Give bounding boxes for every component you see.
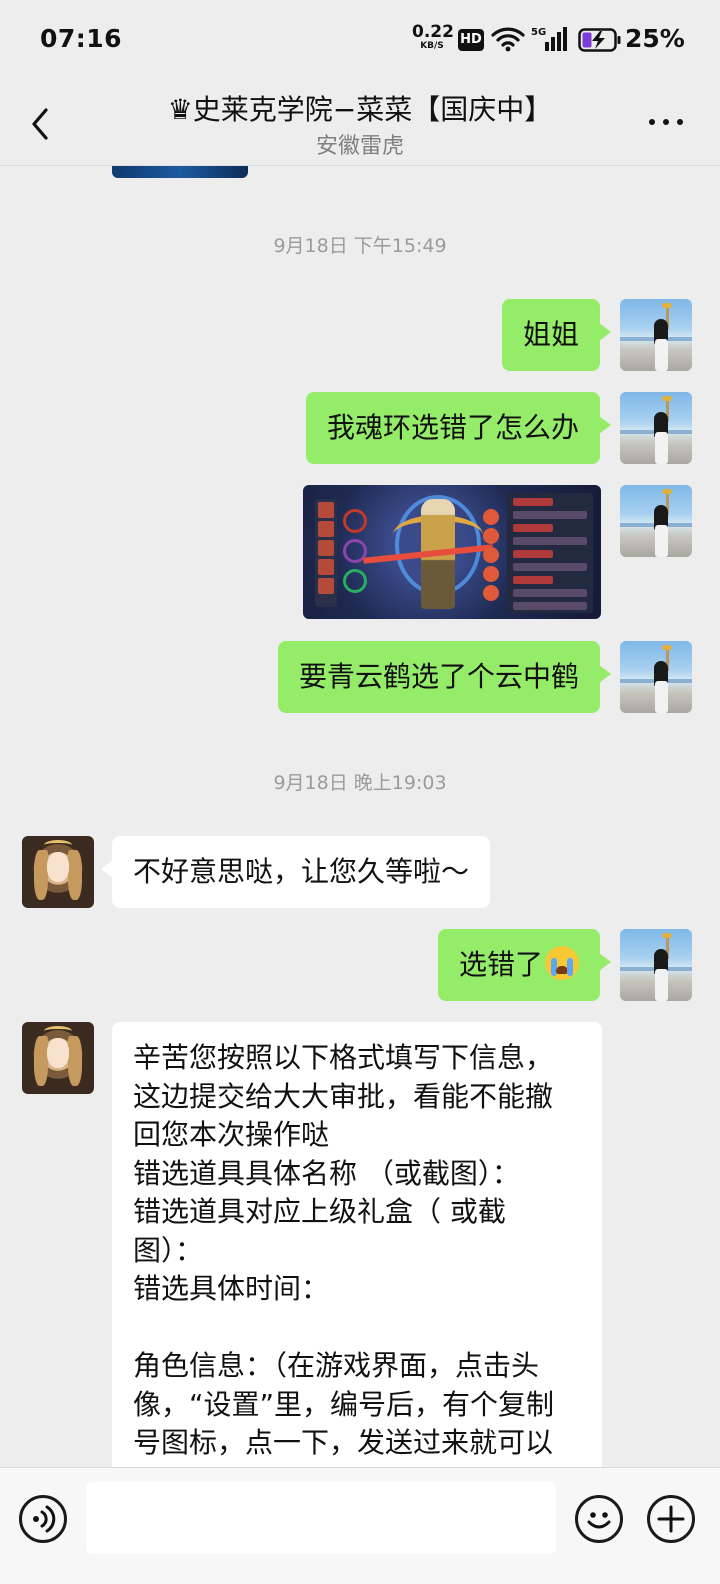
signal-icon: 5G [531, 27, 567, 51]
outgoing-message[interactable]: 姐姐 [501, 299, 612, 371]
timestamp: 9月18日 晚上19:03 [273, 772, 447, 794]
my-avatar[interactable] [620, 299, 692, 371]
plus-icon [657, 1505, 685, 1533]
chat-title: ♛史莱克学院−菜菜【国庆中】 [167, 93, 553, 126]
battery-percent: 25% [625, 24, 685, 53]
chat-subtitle: 安徽雷虎 [315, 134, 404, 159]
battery-charging-icon [578, 28, 621, 52]
my-avatar[interactable] [620, 392, 692, 464]
more-actions-button[interactable] [647, 1495, 695, 1543]
incoming-message[interactable]: 辛苦您按照以下格式填写下信息， 这边提交给大大审批，看能不能撤 回您本次操作哒 … [112, 1022, 602, 1467]
message-input[interactable] [86, 1482, 556, 1554]
hd-badge: HD [458, 29, 484, 51]
chat-header: ♛史莱克学院−菜菜【国庆中】 安徽雷虎 [0, 80, 720, 166]
emoji-icon [587, 1512, 611, 1529]
more-options-icon[interactable] [646, 116, 686, 128]
outgoing-message[interactable]: 我魂环选错了怎么办 [305, 392, 612, 464]
previous-image-message[interactable] [112, 166, 248, 178]
outgoing-message[interactable]: 要青云鹤选了个云中鹤 [277, 641, 612, 713]
voice-button[interactable] [19, 1495, 67, 1543]
my-avatar[interactable] [620, 641, 692, 713]
network-speed-unit: KB/S [420, 41, 444, 51]
input-bar [0, 1467, 720, 1584]
voice-icon [33, 1505, 56, 1533]
chat-screen: 07:16 0.22 KB/S HD 5G 25% ♛史莱克学院−菜菜【国庆中】… [0, 0, 720, 1584]
outgoing-message[interactable]: 选错了 [437, 929, 612, 1001]
message-text: 选错了 [458, 948, 543, 981]
status-time: 07:16 [40, 24, 123, 53]
network-type-label: 5G [531, 27, 546, 38]
game-screenshot-image[interactable] [303, 485, 601, 619]
emoji-button[interactable] [575, 1495, 623, 1543]
contact-avatar[interactable] [22, 836, 94, 908]
network-speed: 0.22 KB/S [412, 22, 454, 51]
wifi-icon [491, 27, 525, 52]
timestamp: 9月18日 下午15:49 [273, 235, 447, 257]
status-bar: 07:16 0.22 KB/S HD 5G 25% [0, 0, 720, 80]
incoming-message[interactable]: 不好意思哒，让您久等啦～ [100, 836, 491, 908]
contact-avatar[interactable] [22, 1022, 94, 1094]
crying-face-emoji-icon [545, 946, 579, 980]
my-avatar[interactable] [620, 485, 692, 557]
network-speed-value: 0.22 [412, 22, 454, 42]
my-avatar[interactable] [620, 929, 692, 1001]
